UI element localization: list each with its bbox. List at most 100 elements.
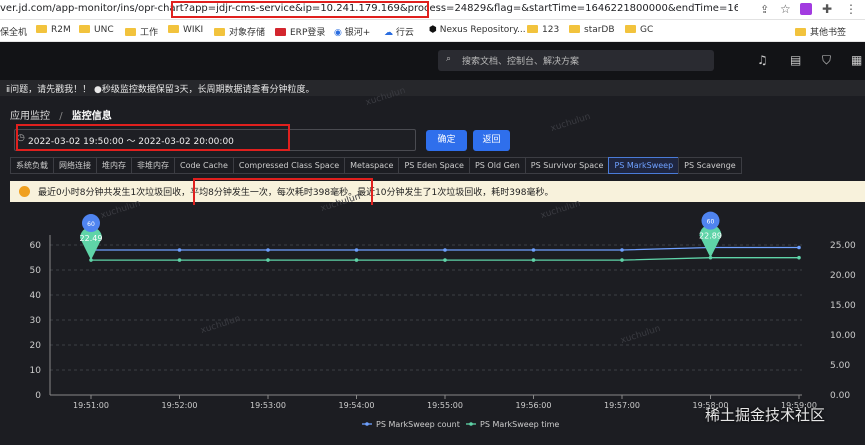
bookmark-item[interactable]: 对象存储 (214, 25, 265, 38)
metric-tabs: 系统负载 网络连接 堆内存 非堆内存 Code Cache Compressed… (10, 157, 742, 174)
cloud-icon: ☁ (384, 28, 396, 38)
search-input[interactable]: ⌕ 搜索文档、控制台、解决方案 (438, 50, 714, 71)
jd-icon (275, 28, 286, 36)
folder-icon (36, 25, 47, 33)
breadcrumb-parent[interactable]: 应用监控 (10, 111, 50, 122)
tab-eden[interactable]: PS Eden Space (398, 157, 470, 174)
bookmark-item[interactable]: UNC (79, 25, 114, 35)
y-tick-label: 60 (30, 241, 42, 251)
bookmark-item[interactable]: R2M (36, 25, 71, 35)
bookmark-item[interactable]: 其他书签 (795, 25, 846, 38)
puzzle-icon[interactable]: ✚ (822, 2, 832, 16)
count-marker-label: 60 (707, 219, 715, 226)
tab-system-load[interactable]: 系统负载 (10, 157, 54, 174)
tab-heap[interactable]: 堆内存 (96, 157, 132, 174)
breadcrumb-current: 监控信息 (71, 111, 112, 122)
series-point (620, 258, 624, 262)
bookmark-item[interactable]: 123 (527, 25, 559, 35)
y2-tick-label: 15.00 (830, 301, 856, 311)
gc-alert: 最近0小时8分钟共发生1次垃圾回收，平均8分钟发生一次，每次耗时398毫秒。最近… (10, 181, 865, 202)
search-placeholder: 搜索文档、控制台、解决方案 (462, 57, 580, 67)
tab-network[interactable]: 网络连接 (53, 157, 97, 174)
series-point (354, 258, 359, 262)
y2-tick-label: 10.00 (830, 331, 856, 341)
y-tick-label: 30 (30, 316, 42, 326)
browser-address-bar[interactable]: ver.jd.com/app-monitor/ins/opr-chart?app… (0, 0, 865, 20)
bookmark-item[interactable]: ☁ 行云 (384, 25, 414, 38)
tab-survivor[interactable]: PS Survivor Space (524, 157, 610, 174)
tab-metaspace[interactable]: Metaspace (344, 157, 400, 174)
count-marker-label: 60 (87, 221, 95, 228)
series-point (354, 248, 359, 252)
bookmark-item[interactable]: ERP登录 (275, 25, 325, 38)
bookmark-item[interactable]: WIKI (168, 25, 203, 35)
bookmark-item[interactable]: 保全机 (0, 25, 27, 38)
y2-tick-label: 25.00 (830, 241, 856, 251)
series-point (443, 258, 447, 262)
app-top-bar: ♫ ▤ ⛉ ▦ (0, 42, 865, 80)
series-point (531, 258, 536, 262)
y2-tick-label: 5.00 (830, 361, 850, 371)
tab-old-gen[interactable]: PS Old Gen (468, 157, 526, 174)
legend-dot (469, 422, 473, 426)
bookmark-item[interactable]: starDB (569, 25, 615, 35)
tab-scavenge[interactable]: PS Scavenge (678, 157, 742, 174)
star-icon[interactable]: ☆ (780, 2, 791, 16)
site-watermark: 稀土掘金技术社区 (705, 406, 826, 424)
folder-icon (625, 25, 636, 33)
bookmark-item[interactable]: 工作 (125, 25, 158, 38)
x-tick-label: 19:55:00 (427, 401, 463, 410)
series-point (177, 258, 182, 262)
bell-icon[interactable]: ♫ (757, 53, 768, 67)
bookmark-item[interactable]: ⬢ Nexus Repository... (429, 25, 526, 35)
shirt-icon[interactable]: ⛉ (822, 53, 831, 68)
series-point (266, 248, 270, 252)
x-tick-label: 19:56:00 (516, 401, 552, 410)
time-marker-label: 22.49 (80, 234, 103, 243)
series-point (266, 258, 270, 262)
breadcrumb-separator: / (59, 111, 63, 122)
series-point (797, 255, 801, 260)
tab-compressed-class[interactable]: Compressed Class Space (232, 157, 346, 174)
back-button[interactable]: 返回 (473, 130, 510, 151)
folder-icon (795, 28, 806, 36)
grid-icon[interactable]: ▦ (851, 53, 862, 67)
breadcrumb: 应用监控 / 监控信息 (10, 107, 112, 122)
galaxy-icon: ◉ (334, 28, 345, 38)
y2-tick-label: 0.00 (830, 391, 850, 401)
y-tick-label: 0 (35, 391, 41, 401)
warning-icon (19, 186, 30, 197)
y-tick-label: 40 (30, 291, 42, 301)
legend-label: PS MarkSweep time (480, 420, 559, 429)
x-tick-label: 19:53:00 (250, 401, 286, 410)
menu-icon[interactable]: ⋮ (845, 2, 857, 16)
tab-marksweep[interactable]: PS MarkSweep (608, 157, 680, 174)
bookmark-item[interactable]: GC (625, 25, 653, 35)
tab-code-cache[interactable]: Code Cache (174, 157, 234, 174)
x-tick-label: 19:52:00 (162, 401, 198, 410)
tab-non-heap[interactable]: 非堆内存 (131, 157, 175, 174)
url-highlight-box (171, 1, 429, 18)
legend-label: PS MarkSweep count (376, 420, 460, 429)
series-point (620, 248, 624, 252)
folder-icon (125, 28, 136, 36)
series-point (797, 245, 801, 250)
series-point (177, 248, 182, 252)
document-icon[interactable]: ▤ (790, 53, 801, 67)
y-tick-label: 20 (30, 341, 42, 351)
folder-icon (569, 25, 580, 33)
extension-icon[interactable] (800, 3, 812, 15)
folder-icon (214, 28, 225, 36)
bookmarks-bar: 保全机 R2M UNC 工作 WIKI 对象存储 ERP登录 ◉ 银河+ ☁ 行… (0, 20, 865, 42)
bookmark-item[interactable]: ◉ 银河+ (334, 25, 370, 38)
confirm-button[interactable]: 确定 (426, 130, 467, 151)
series-point (443, 248, 447, 252)
x-tick-label: 19:54:00 (339, 401, 375, 410)
share-icon[interactable]: ⇪ (760, 3, 769, 16)
search-icon: ⌕ (446, 54, 452, 64)
y-tick-label: 50 (30, 266, 42, 276)
folder-icon (79, 25, 90, 33)
time-marker-label: 22.89 (699, 232, 722, 241)
y2-tick-label: 20.00 (830, 271, 856, 281)
x-tick-label: 19:57:00 (604, 401, 640, 410)
